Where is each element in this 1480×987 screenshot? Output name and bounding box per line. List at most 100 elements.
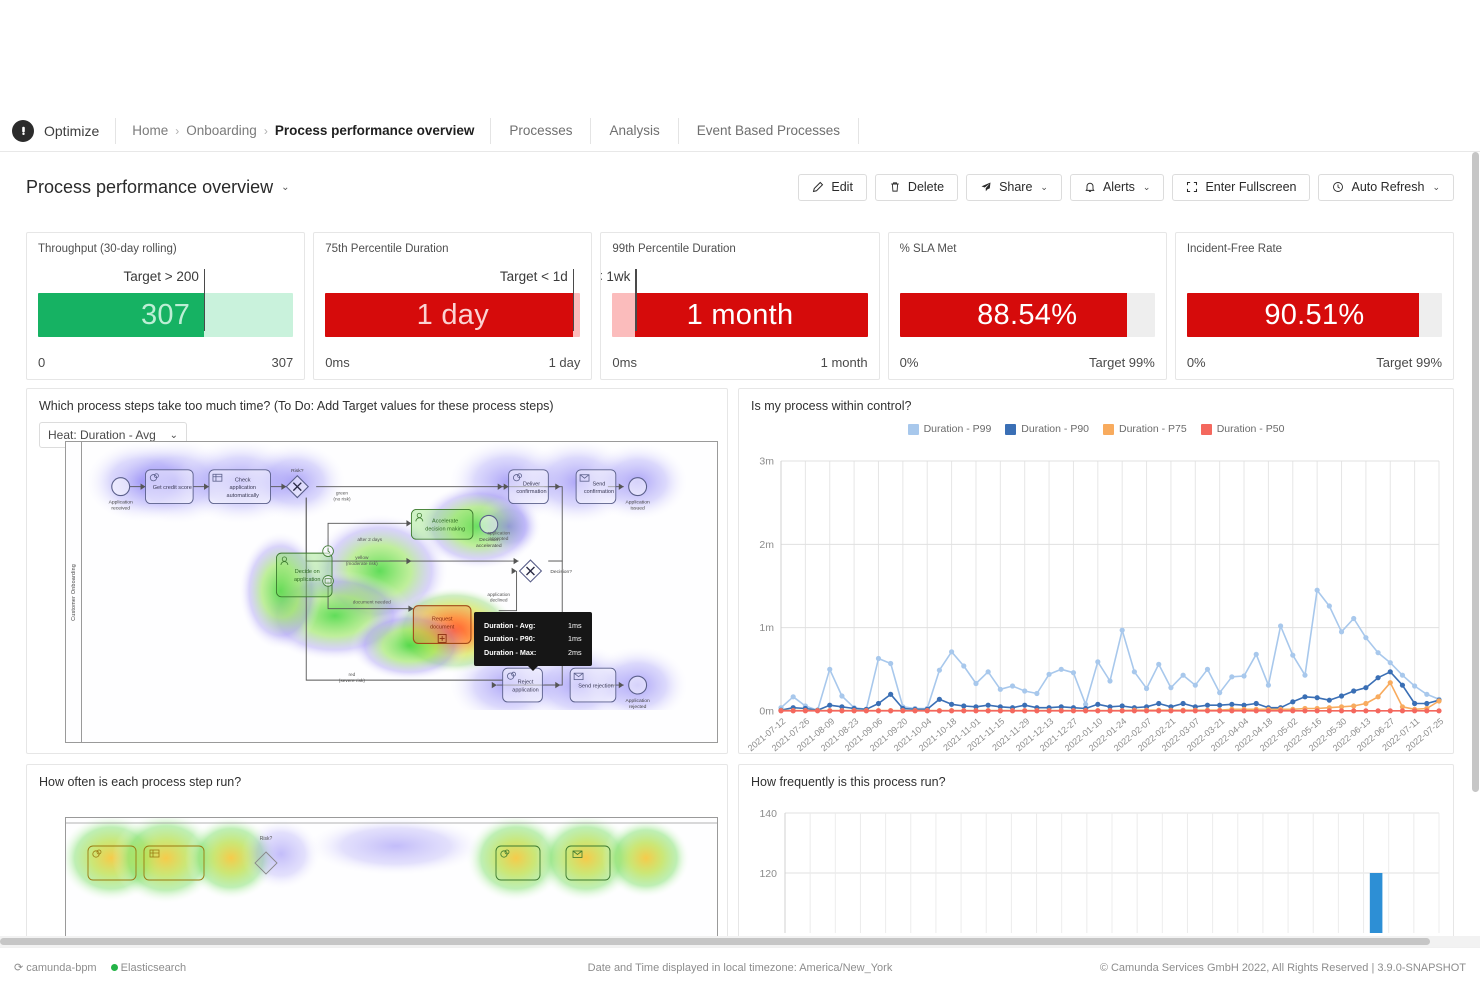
- control-chart-svg[interactable]: 0m 1m 2m 3m: [739, 451, 1455, 755]
- kpi-card[interactable]: Incident-Free Rate 90.51% 0% Target 99%: [1174, 232, 1455, 380]
- chart-point: [827, 666, 833, 672]
- app-brand[interactable]: Optimize: [44, 123, 115, 139]
- share-button[interactable]: Share ⌄: [966, 173, 1062, 201]
- kpi-bar: 1 month: [612, 293, 868, 337]
- delete-button[interactable]: Delete: [874, 173, 959, 201]
- chart-point: [961, 663, 967, 669]
- chart-point: [1314, 695, 1320, 701]
- bpmn-task: Decide on application: [276, 552, 333, 598]
- chevron-down-icon: ⌄: [1040, 181, 1048, 192]
- svg-text:yellow: yellow: [355, 555, 369, 561]
- kpi-bar: 307: [38, 293, 294, 337]
- edit-button[interactable]: Edit: [798, 173, 867, 201]
- kpi-bar: 1 day: [325, 293, 581, 337]
- bpmn-canvas: ApplicationreceivedGet credit scoreCheck…: [84, 442, 690, 710]
- kpi-target-label: Target < 1d: [499, 269, 568, 284]
- kpi-card[interactable]: 99th Percentile Duration Target < 1wk 1 …: [600, 232, 880, 380]
- footer-copyright: © Camunda Services GmbH 2022, All Rights…: [1099, 961, 1466, 974]
- kpi-axis: 0ms 1 day: [325, 355, 580, 370]
- nav-link-processes[interactable]: Processes: [491, 123, 590, 138]
- kpi-axis-max: Target 99%: [1089, 355, 1155, 370]
- chart-point: [1034, 708, 1040, 714]
- chart-point: [851, 708, 857, 714]
- horizontal-scrollbar-thumb[interactable]: [0, 938, 1430, 945]
- panel-title: Which process steps take too much time? …: [39, 399, 554, 413]
- chart-point: [1338, 693, 1345, 699]
- chart-point: [1363, 700, 1369, 707]
- frequency-chart-svg[interactable]: 140 120: [739, 799, 1455, 945]
- chart-point: [888, 660, 894, 667]
- breadcrumb-item-onboarding[interactable]: Onboarding: [186, 123, 257, 138]
- kpi-card[interactable]: % SLA Met 88.54% 0% Target 99%: [887, 232, 1167, 380]
- chevron-down-icon[interactable]: ⌄: [281, 182, 289, 193]
- frequency-chart-area: 140 120: [739, 799, 1453, 943]
- chart-point: [1387, 660, 1393, 666]
- y-axis-tick-label: 3m: [759, 456, 774, 468]
- legend-item[interactable]: Duration - P50: [1200, 423, 1285, 435]
- svg-text:document needed: document needed: [353, 600, 391, 606]
- legend-item[interactable]: Duration - P75: [1103, 423, 1187, 435]
- chart-point: [1180, 708, 1186, 714]
- legend-item[interactable]: Duration - P99: [907, 423, 991, 435]
- page-footer: ⟳ camunda-bpm Elasticsearch Date and Tim…: [0, 947, 1480, 987]
- chart-point: [1253, 708, 1259, 714]
- svg-text:Accelerate: Accelerate: [432, 518, 458, 524]
- tooltip-label: Duration - P90:: [484, 634, 536, 644]
- chart-point: [1095, 701, 1101, 707]
- tooltip-value: 2ms: [568, 647, 582, 657]
- kpi-bar: 88.54%: [899, 293, 1155, 337]
- chart-point: [1412, 683, 1418, 689]
- chart-point: [1399, 672, 1406, 678]
- chart-point: [900, 708, 906, 714]
- kpi-card[interactable]: Throughput (30-day rolling) Target > 200…: [26, 232, 306, 380]
- alerts-button[interactable]: Alerts ⌄: [1069, 173, 1165, 201]
- chart-point: [1399, 708, 1406, 714]
- vertical-scrollbar-thumb[interactable]: [1472, 152, 1479, 792]
- chart-point: [1156, 700, 1162, 707]
- nav-link-event-based-processes[interactable]: Event Based Processes: [679, 123, 858, 138]
- enter-fullscreen-button[interactable]: Enter Fullscreen: [1172, 173, 1311, 201]
- panel-title: Is my process within control?: [751, 399, 912, 413]
- chart-point: [1277, 623, 1284, 629]
- nav-link-analysis[interactable]: Analysis: [591, 123, 677, 138]
- chart-point: [802, 708, 808, 714]
- share-button-label: Share: [999, 180, 1033, 194]
- chart-point: [1046, 708, 1052, 714]
- chart-point: [790, 694, 796, 700]
- kpi-axis: 0% Target 99%: [900, 355, 1155, 370]
- chart-point: [1022, 708, 1028, 714]
- auto-refresh-button[interactable]: Auto Refresh ⌄: [1318, 173, 1454, 201]
- bpmn-diagram[interactable]: Customer Onboarding Application received G…: [65, 441, 718, 743]
- svg-text:red: red: [348, 672, 355, 678]
- svg-text:application: application: [487, 530, 510, 536]
- datastore-status: Elasticsearch: [110, 962, 186, 974]
- kpi-axis: 0 307: [38, 355, 293, 370]
- vertical-scrollbar[interactable]: [1471, 152, 1480, 852]
- chart-point: [1107, 708, 1113, 714]
- chart-legend: Duration - P99 Duration - P90 Duration -…: [739, 423, 1453, 435]
- bpmn-task: Get credit score: [145, 469, 194, 504]
- control-chart-area: 0m 1m 2m 3m 2021-07-12 2021-07-26 2021-08-09 2…: [739, 451, 1455, 755]
- legend-label: Duration - P50: [1216, 423, 1285, 435]
- svg-text:Send: Send: [592, 481, 605, 487]
- camunda-logo-icon[interactable]: [12, 119, 34, 142]
- kpi-axis: 0ms 1 month: [612, 355, 867, 370]
- kpi-card[interactable]: 75th Percentile Duration Target < 1d 1 d…: [313, 232, 593, 380]
- horizontal-scrollbar[interactable]: [0, 936, 1480, 947]
- chart-point: [1363, 635, 1369, 641]
- chart-point: [1412, 708, 1418, 714]
- svg-text:received: received: [111, 505, 130, 511]
- svg-text:(severe risk): (severe risk): [339, 678, 366, 684]
- svg-text:Risk?: Risk?: [291, 468, 304, 474]
- chart-point: [1436, 698, 1442, 704]
- legend-swatch: [907, 423, 919, 435]
- page-title[interactable]: Process performance overview ⌄: [26, 177, 290, 198]
- breadcrumb-item-home[interactable]: Home: [132, 123, 168, 138]
- chart-point: [1119, 627, 1125, 633]
- legend-item[interactable]: Duration - P90: [1005, 423, 1089, 435]
- chart-point: [1290, 708, 1296, 714]
- process-duration-heatmap-panel: Which process steps take too much time? …: [26, 388, 728, 754]
- kpi-axis-max: 1 month: [820, 355, 868, 370]
- chart-point: [948, 701, 955, 707]
- breadcrumb-item-current: Process performance overview: [274, 123, 475, 138]
